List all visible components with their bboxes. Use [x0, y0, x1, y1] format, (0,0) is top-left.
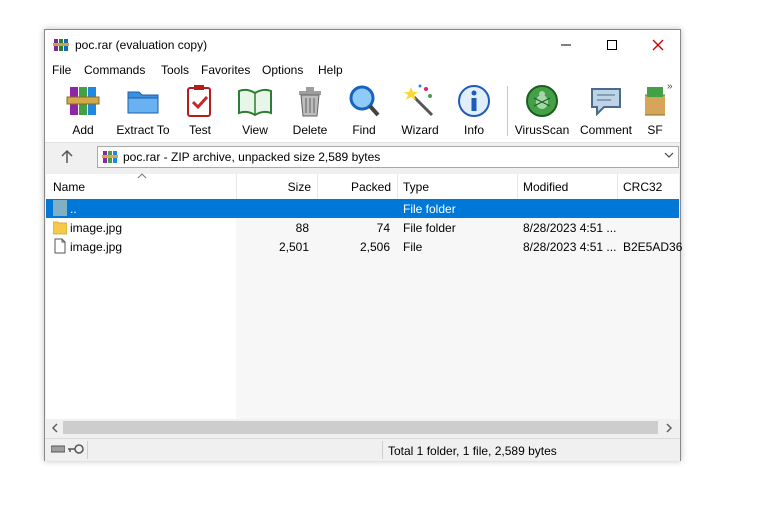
view-icon — [238, 88, 272, 117]
folder-icon — [53, 221, 67, 235]
test-button[interactable]: Test — [182, 83, 218, 139]
minimize-icon — [561, 44, 571, 46]
horizontal-scrollbar[interactable] — [46, 419, 679, 436]
list-header: Name Size Packed Type Modified CRC32 — [46, 173, 679, 200]
menu-favorites[interactable]: Favorites — [201, 63, 250, 77]
archive-icon — [102, 151, 118, 163]
column-size[interactable]: Size — [236, 180, 311, 194]
extract-to-button[interactable]: Extract To — [115, 83, 171, 139]
winrar-app-icon — [53, 39, 69, 51]
toolbar: Add Extract To Test View Delete Find Wiz… — [45, 80, 680, 143]
minimize-button[interactable] — [543, 30, 589, 60]
comment-button[interactable]: Comment — [578, 83, 634, 139]
address-bar: poc.rar - ZIP archive, unpacked size 2,5… — [45, 143, 680, 172]
sfx-button[interactable]: SF — [645, 83, 665, 139]
winrar-window: poc.rar (evaluation copy) File Commands … — [44, 29, 682, 461]
menu-commands[interactable]: Commands — [84, 63, 145, 77]
status-bar: Total 1 folder, 1 file, 2,589 bytes — [45, 438, 680, 461]
delete-icon — [299, 87, 321, 117]
menu-help[interactable]: Help — [318, 63, 343, 77]
sort-ascending-icon — [137, 173, 147, 179]
file-list[interactable]: Name Size Packed Type Modified CRC32 .. … — [46, 173, 682, 419]
maximize-button[interactable] — [589, 30, 635, 60]
menu-tools[interactable]: Tools — [161, 63, 189, 77]
parent-folder-icon — [53, 200, 67, 216]
close-button[interactable] — [635, 30, 681, 60]
menu-file[interactable]: File — [52, 63, 71, 77]
add-icon — [66, 87, 100, 115]
toolbar-overflow-chevron-icon[interactable]: » — [667, 81, 673, 92]
column-crc32[interactable]: CRC32 — [623, 180, 662, 194]
find-button[interactable]: Find — [346, 83, 382, 139]
menu-bar: File Commands Tools Favorites Options He… — [45, 60, 680, 80]
address-field[interactable]: poc.rar - ZIP archive, unpacked size 2,5… — [97, 146, 679, 168]
column-name[interactable]: Name — [53, 180, 85, 194]
virusscan-button[interactable]: VirusScan — [515, 83, 569, 139]
scroll-right-icon[interactable] — [664, 423, 674, 433]
find-icon — [349, 85, 380, 117]
virusscan-icon — [526, 85, 558, 117]
window-title: poc.rar (evaluation copy) — [75, 38, 208, 52]
file-icon — [54, 238, 66, 254]
wizard-icon — [404, 84, 434, 117]
column-packed[interactable]: Packed — [317, 180, 391, 194]
info-icon — [458, 85, 490, 117]
list-item[interactable]: image.jpg 88 74 File folder 8/28/2023 4:… — [46, 218, 679, 237]
column-modified[interactable]: Modified — [523, 180, 568, 194]
comment-icon — [591, 88, 621, 117]
menu-options[interactable]: Options — [262, 63, 303, 77]
chevron-down-icon[interactable] — [664, 150, 674, 160]
wizard-button[interactable]: Wizard — [400, 83, 440, 139]
sfx-icon — [645, 87, 665, 116]
list-item[interactable]: .. File folder — [46, 199, 679, 218]
list-item[interactable]: image.jpg 2,501 2,506 File 8/28/2023 4:5… — [46, 237, 682, 256]
drive-icon[interactable] — [51, 444, 65, 454]
status-text: Total 1 folder, 1 file, 2,589 bytes — [388, 444, 557, 458]
info-button[interactable]: Info — [456, 83, 492, 139]
scroll-left-icon[interactable] — [50, 423, 60, 433]
test-icon — [187, 85, 211, 117]
delete-button[interactable]: Delete — [291, 83, 329, 139]
up-arrow-icon[interactable] — [59, 149, 75, 165]
scrollbar-thumb[interactable] — [63, 421, 658, 434]
maximize-icon — [607, 40, 617, 50]
address-text: poc.rar - ZIP archive, unpacked size 2,5… — [123, 150, 381, 164]
column-type[interactable]: Type — [403, 180, 429, 194]
add-button[interactable]: Add — [63, 83, 103, 139]
toolbar-separator — [507, 86, 508, 136]
view-button[interactable]: View — [233, 83, 277, 139]
key-icon[interactable] — [68, 443, 84, 455]
title-bar: poc.rar (evaluation copy) — [45, 30, 680, 60]
extract-to-icon — [127, 91, 159, 114]
close-icon — [652, 39, 664, 51]
